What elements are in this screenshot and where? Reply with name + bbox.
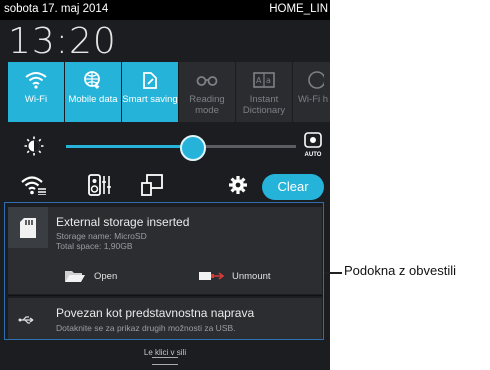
status-date: sobota 17. maj 2014 bbox=[4, 3, 109, 15]
tile-mobile-data[interactable]: Mobile data bbox=[65, 62, 121, 122]
quick-settings: Wi-Fi Mobile data Smart saving Reading m… bbox=[8, 62, 330, 122]
auto-brightness-icon bbox=[302, 132, 324, 153]
wifi-hotspot-icon bbox=[293, 68, 330, 92]
tile-wifi[interactable]: Wi-Fi bbox=[8, 62, 64, 122]
brightness-row: AUTO bbox=[8, 128, 330, 164]
audio-settings-button[interactable] bbox=[86, 173, 114, 201]
screen-cast-icon bbox=[141, 173, 163, 201]
brightness-icon bbox=[24, 136, 44, 161]
tile-smart-saving[interactable]: Smart saving bbox=[122, 62, 178, 122]
status-bar: sobota 17. maj 2014 HOME_LIN bbox=[0, 0, 330, 20]
clock: 13:20 bbox=[8, 21, 117, 62]
tile-wifi-hotspot[interactable]: Wi-Fi h bbox=[293, 62, 330, 122]
wifi-icon bbox=[8, 68, 64, 92]
dictionary-icon: Aa bbox=[236, 68, 292, 92]
wifi-settings-button[interactable] bbox=[20, 174, 48, 200]
tile-smart-saving-label: Smart saving bbox=[122, 94, 178, 105]
callout-highlight-box bbox=[4, 202, 324, 340]
clear-button[interactable]: Clear bbox=[262, 174, 324, 200]
tile-instant-dictionary-label: Instant Dictionary bbox=[242, 94, 286, 116]
panel-drag-handle[interactable] bbox=[152, 357, 178, 365]
callout-label: Podokna z obvestili bbox=[344, 263, 457, 278]
gear-icon bbox=[228, 175, 248, 200]
auto-brightness-label: AUTO bbox=[304, 152, 322, 158]
tile-reading-mode[interactable]: Reading mode bbox=[179, 62, 235, 122]
status-network: HOME_LIN bbox=[269, 3, 328, 15]
tile-mobile-data-label: Mobile data bbox=[68, 94, 118, 105]
emergency-calls-text: Le klici v sili bbox=[143, 348, 187, 357]
tile-wifi-label: Wi-Fi bbox=[24, 94, 48, 105]
reading-mode-icon bbox=[179, 68, 235, 92]
tile-instant-dictionary[interactable]: Aa Instant Dictionary bbox=[236, 62, 292, 122]
wifi-settings-icon bbox=[21, 175, 47, 200]
smart-saving-icon bbox=[122, 68, 178, 92]
auto-brightness-button[interactable]: AUTO bbox=[302, 132, 324, 158]
brightness-slider-fill bbox=[66, 145, 193, 148]
svg-text:A: A bbox=[256, 76, 262, 85]
svg-text:a: a bbox=[266, 76, 271, 85]
audio-settings-icon bbox=[88, 173, 112, 201]
screen-cast-button[interactable] bbox=[138, 173, 166, 201]
tile-wifi-hotspot-label: Wi-Fi h bbox=[297, 94, 329, 105]
mobile-data-icon bbox=[65, 68, 121, 92]
brightness-slider-knob[interactable] bbox=[179, 135, 206, 161]
settings-button[interactable] bbox=[224, 174, 252, 200]
brightness-slider[interactable] bbox=[66, 135, 296, 161]
toggle-row: Clear bbox=[8, 168, 330, 206]
callout-leader-line bbox=[324, 272, 342, 274]
tile-reading-mode-label: Reading mode bbox=[189, 94, 225, 116]
